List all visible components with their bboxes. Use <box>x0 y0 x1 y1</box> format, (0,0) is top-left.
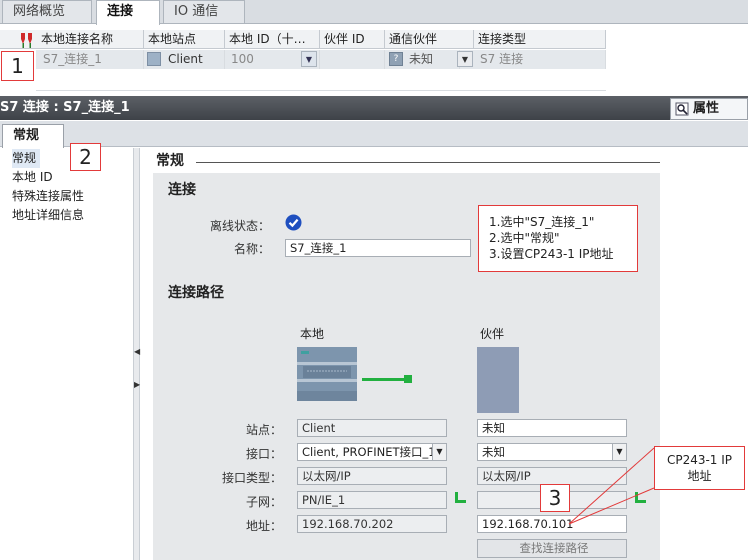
partner-interface-value: 未知 <box>482 445 505 459</box>
cell-connection-name[interactable]: S7_连接_1 <box>38 50 144 69</box>
group-connection-path-title: 连接路径 <box>168 285 224 301</box>
interface-label: 接口： <box>245 447 282 461</box>
instruction-line-1: 1.选中"S7_连接_1" <box>489 215 595 229</box>
connection-name-input[interactable]: S7_连接_1 <box>285 239 471 257</box>
partner-station-field[interactable]: 未知 <box>477 419 627 437</box>
section-divider <box>196 162 660 163</box>
local-plc-icon <box>297 347 357 401</box>
tab-network-overview[interactable]: 网络概览 <box>2 0 92 23</box>
inspector-subtab-bar <box>0 121 748 147</box>
interface-type-label: 接口类型： <box>221 471 282 485</box>
nav-item-special-properties[interactable]: 特殊连接属性 <box>12 187 84 206</box>
section-general-title: 常规 <box>156 153 184 169</box>
step-2-marker: 2 <box>70 143 101 171</box>
instruction-line-2: 2.选中"常规" <box>489 231 560 245</box>
status-ok-icon <box>285 214 302 231</box>
instruction-annotation: 1.选中"S7_连接_1" 2.选中"常规" 3.设置CP243-1 IP地址 <box>478 205 638 272</box>
find-connection-path-button[interactable]: 查找连接路径 <box>477 539 627 558</box>
local-interface-type-field: 以太网/IP <box>297 467 447 485</box>
cell-partner[interactable]: 未知 <box>404 50 460 69</box>
nav-item-address-details[interactable]: 地址详细信息 <box>12 206 84 225</box>
cell-station[interactable]: Client <box>163 50 225 69</box>
properties-icon <box>675 102 689 116</box>
local-port-icon <box>404 375 412 383</box>
local-address-field: 192.168.70.202 <box>297 515 447 533</box>
col-partner-id[interactable]: 伙伴 ID <box>321 30 385 49</box>
partner-dropdown-icon[interactable]: ▼ <box>457 51 473 67</box>
station-label: 站点： <box>245 423 282 437</box>
partner-device-icon <box>477 347 519 413</box>
local-link-line <box>362 378 406 381</box>
tab-io-communication[interactable]: IO 通信 <box>163 0 245 23</box>
nav-item-general[interactable]: 常规 <box>12 149 40 168</box>
expand-right-icon[interactable]: ▶ <box>134 380 140 390</box>
ip-callout: CP243-1 IP 地址 <box>654 446 745 490</box>
unknown-partner-icon: ? <box>389 52 403 66</box>
col-partner[interactable]: 通信伙伴 <box>386 30 474 49</box>
callout-pointer <box>568 447 655 525</box>
address-label: 地址： <box>245 519 282 533</box>
col-local-id[interactable]: 本地 ID（十… <box>226 30 320 49</box>
inspector-title: S7 连接 : S7_连接_1 <box>0 100 130 115</box>
station-icon <box>147 52 161 66</box>
table-row-divider <box>36 90 606 91</box>
group-connection-title: 连接 <box>168 182 196 198</box>
local-interface-value: Client, PROFINET接口_1 <box>302 445 436 459</box>
cell-connection-type[interactable]: S7 连接 <box>475 50 606 69</box>
tab-connections[interactable]: 连接 <box>96 0 160 25</box>
partner-header: 伙伴 <box>480 327 505 341</box>
offline-status-label: 离线状态： <box>209 219 270 233</box>
local-interface-select[interactable]: Client, PROFINET接口_1 ▼ <box>297 443 447 461</box>
local-subnet-field: PN/IE_1 <box>297 491 447 509</box>
chevron-down-icon[interactable]: ▼ <box>432 444 446 460</box>
properties-tab[interactable]: 属性 <box>670 98 748 120</box>
local-network-icon <box>455 492 467 504</box>
cell-partner-id[interactable] <box>321 50 385 69</box>
col-local-station[interactable]: 本地站点 <box>145 30 225 49</box>
subnet-label: 子网： <box>245 495 282 509</box>
local-id-dropdown-icon[interactable]: ▼ <box>301 51 317 67</box>
collapse-left-icon[interactable]: ◀ <box>134 347 140 357</box>
tab-general[interactable]: 常规 <box>2 124 64 148</box>
filter-icon[interactable] <box>18 31 36 49</box>
step-1-marker: 1 <box>1 51 34 81</box>
local-station-field: Client <box>297 419 447 437</box>
local-header: 本地 <box>300 327 325 341</box>
name-label: 名称： <box>233 242 270 256</box>
instruction-line-3: 3.设置CP243-1 IP地址 <box>489 247 614 261</box>
col-connection-type[interactable]: 连接类型 <box>475 30 606 49</box>
properties-tab-label: 属性 <box>693 101 720 116</box>
nav-item-local-id[interactable]: 本地 ID <box>12 168 53 187</box>
col-local-connection-name[interactable]: 本地连接名称 <box>38 30 144 49</box>
